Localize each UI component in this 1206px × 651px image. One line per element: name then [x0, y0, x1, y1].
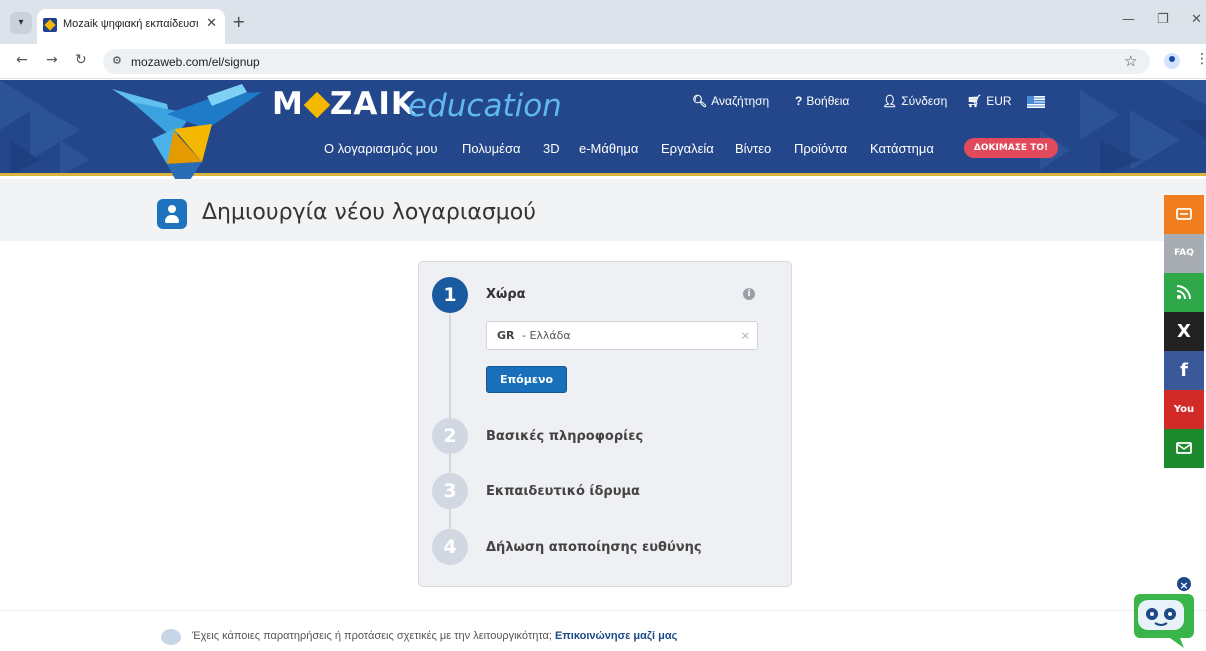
- currency-cart-link[interactable]: 🛒︎ EUR: [967, 94, 1012, 108]
- x-icon: X: [1177, 321, 1191, 342]
- mail-icon: [1176, 442, 1192, 454]
- step-3-circle: 3: [432, 473, 468, 509]
- user-account-icon: [157, 199, 187, 229]
- brand-education-text: education: [408, 88, 562, 124]
- mozaik-brand-logo[interactable]: M ZAIK: [272, 86, 416, 122]
- nav-multimedia[interactable]: Πολυμέσα: [462, 141, 521, 156]
- chatbot-close-icon[interactable]: ×: [1175, 575, 1193, 593]
- profile-avatar-icon[interactable]: [1164, 53, 1180, 69]
- tab-title: Mozaik ψηφιακή εκπαίδευση κ...: [63, 18, 198, 30]
- help-link[interactable]: ? Βοήθεια: [795, 94, 849, 108]
- forward-arrow-icon[interactable]: →: [46, 52, 58, 68]
- nav-videos[interactable]: Βίντεο: [735, 141, 771, 156]
- window-minimize-button[interactable]: —: [1122, 12, 1135, 27]
- help-link-label: Βοήθεια: [806, 94, 850, 108]
- search-link-label: Αναζήτηση: [711, 94, 770, 108]
- next-button[interactable]: Επόμενο: [486, 366, 567, 393]
- mozaik-bird-logo-icon: [112, 84, 262, 192]
- youtube-icon: You: [1173, 404, 1195, 415]
- youtube-social-button[interactable]: You: [1164, 390, 1204, 429]
- facebook-icon: f: [1180, 360, 1188, 381]
- site-info-icon[interactable]: ⚙: [112, 54, 122, 67]
- footer-divider: [0, 610, 1206, 611]
- browser-tab-bar: ▾ Mozaik ψηφιακή εκπαίδευση κ... ✕ + — ❐…: [0, 0, 1206, 44]
- browser-address-bar: ← → ↻ ⚙ mozaweb.com/el/signup ☆ ⋮: [0, 44, 1206, 79]
- url-text[interactable]: mozaweb.com/el/signup: [131, 55, 260, 69]
- nav-shop[interactable]: Κατάστημα: [870, 141, 934, 156]
- feedback-social-button[interactable]: [1164, 195, 1204, 234]
- country-code: GR: [497, 329, 515, 342]
- step-1-circle: 1: [432, 277, 468, 313]
- cart-icon: 🛒︎: [967, 94, 983, 108]
- bookmark-star-icon[interactable]: ☆: [1124, 52, 1137, 70]
- step-2-circle: 2: [432, 418, 468, 454]
- feedback-icon: [1176, 208, 1192, 220]
- nav-tools[interactable]: Εργαλεία: [661, 141, 714, 156]
- tab-search-button[interactable]: ▾: [10, 12, 32, 34]
- country-select[interactable]: GR - Ελλάδα ×: [486, 321, 758, 350]
- brand-diamond-icon: [303, 91, 331, 119]
- feedback-message: Έχεις κάποιες παρατηρήσεις ή προτάσεις σ…: [192, 630, 556, 642]
- mozaik-favicon-icon: [43, 18, 57, 32]
- step-1-label: Χώρα: [486, 287, 526, 302]
- brand-letter-m: M: [272, 86, 304, 122]
- country-name: - Ελλάδα: [522, 329, 571, 342]
- greek-flag-icon[interactable]: [1027, 96, 1045, 108]
- signup-wizard-panel: [418, 261, 792, 587]
- info-icon[interactable]: i: [743, 288, 755, 300]
- step-3-label: Εκπαιδευτικό ίδρυμα: [486, 484, 640, 499]
- window-restore-button[interactable]: ❐: [1157, 12, 1169, 27]
- nav-3d[interactable]: 3D: [543, 141, 560, 156]
- search-link[interactable]: 🔍︎ Αναζήτηση: [692, 94, 769, 108]
- step-4-circle: 4: [432, 529, 468, 565]
- x-social-button[interactable]: X: [1164, 312, 1204, 351]
- mail-social-button[interactable]: [1164, 429, 1204, 468]
- faq-social-button[interactable]: FAQ: [1164, 234, 1204, 273]
- back-arrow-icon[interactable]: ←: [16, 52, 28, 68]
- clear-selection-icon[interactable]: ×: [741, 329, 750, 342]
- nav-e-lesson[interactable]: e-Μάθημα: [579, 141, 638, 156]
- tab-close-icon[interactable]: ✕: [206, 16, 217, 31]
- faq-icon: FAQ: [1174, 248, 1194, 258]
- login-link-label: Σύνδεση: [901, 94, 948, 108]
- login-link[interactable]: 👤︎ Σύνδεση: [882, 94, 947, 108]
- search-icon: 🔍︎: [692, 94, 708, 108]
- user-icon: 👤︎: [882, 94, 898, 108]
- step-4-label: Δήλωση αποποίησης ευθύνης: [486, 540, 702, 555]
- chat-bubble-icon: [161, 629, 181, 645]
- window-close-button[interactable]: ✕: [1191, 12, 1202, 27]
- nav-my-account[interactable]: Ο λογαριασμός μου: [324, 141, 438, 156]
- try-it-button[interactable]: ΔΟΚΙΜΑΣΕ ΤΟ!: [964, 138, 1058, 158]
- browser-tab[interactable]: Mozaik ψηφιακή εκπαίδευση κ... ✕: [37, 9, 225, 44]
- contact-us-link[interactable]: Επικοινώνησε μαζί μας: [555, 630, 677, 642]
- currency-label: EUR: [986, 94, 1012, 108]
- feedback-text: Έχεις κάποιες παρατηρήσεις ή προτάσεις σ…: [192, 630, 677, 642]
- rss-icon: [1176, 285, 1191, 300]
- page-title: Δημιουργία νέου λογαριασμού: [202, 200, 536, 225]
- browser-menu-icon[interactable]: ⋮: [1195, 51, 1206, 67]
- brand-letters: ZAIK: [329, 86, 416, 122]
- help-icon: ?: [795, 94, 803, 108]
- new-tab-button[interactable]: +: [232, 12, 245, 31]
- reload-icon[interactable]: ↻: [75, 52, 87, 68]
- nav-products[interactable]: Προϊόντα: [794, 141, 847, 156]
- rss-social-button[interactable]: [1164, 273, 1204, 312]
- facebook-social-button[interactable]: f: [1164, 351, 1204, 390]
- step-2-label: Βασικές πληροφορίες: [486, 429, 644, 444]
- url-omnibox[interactable]: ⚙ mozaweb.com/el/signup: [103, 49, 1150, 74]
